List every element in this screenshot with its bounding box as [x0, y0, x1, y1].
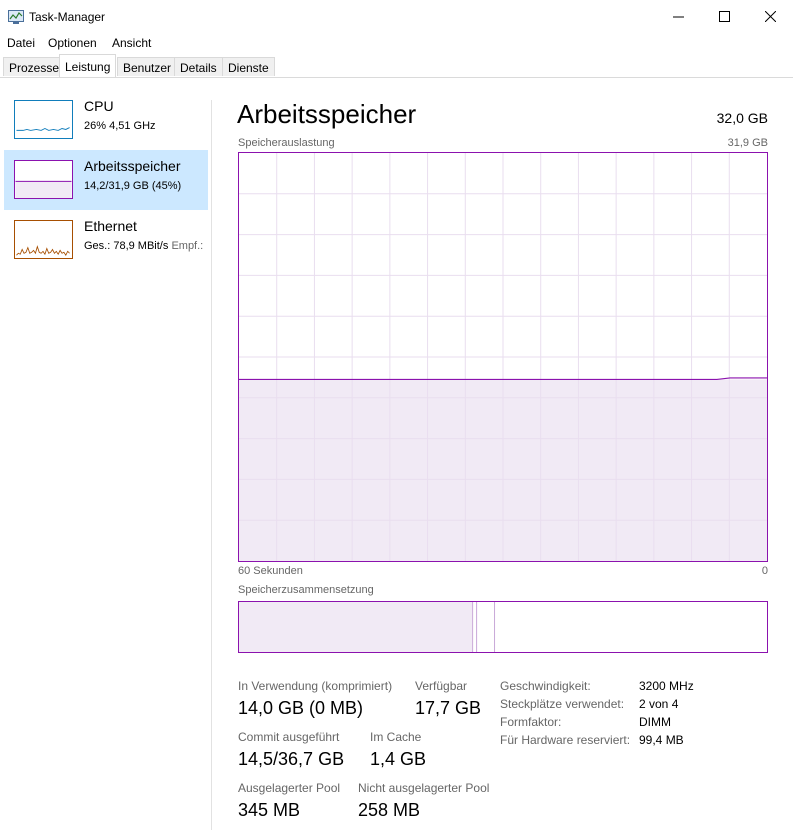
memory-thumbnail-graph — [14, 160, 73, 199]
title-bar: Task-Manager — [0, 0, 793, 33]
slots-key: Steckplätze verwendet: — [500, 697, 625, 711]
nonpaged-pool-label: Nicht ausgelagerter Pool — [358, 781, 490, 795]
minimize-button[interactable] — [655, 0, 701, 33]
sidebar-ethernet-recv: Empf.: — [171, 240, 204, 252]
sidebar-cpu-sub: 26% 4,51 GHz — [84, 120, 156, 132]
available-value: 17,7 GB — [415, 698, 482, 718]
time-axis-right: 0 — [761, 565, 768, 577]
paged-pool-value: 345 MB — [238, 800, 301, 820]
cache-label: Im Cache — [370, 730, 422, 744]
total-memory: 32,0 GB — [716, 110, 768, 126]
menu-datei[interactable]: Datei — [7, 36, 35, 50]
nonpaged-pool-value: 258 MB — [358, 800, 421, 820]
close-button[interactable] — [747, 0, 793, 33]
page-title: Arbeitsspeicher — [237, 99, 417, 129]
speed-value: 3200 MHz — [639, 679, 694, 693]
window-title: Task-Manager — [29, 10, 106, 24]
composition-label: Speicherzusammensetzung — [238, 584, 374, 596]
performance-sidebar: CPU 26% 4,51 GHz Arbeitsspeicher 14,2/31… — [0, 78, 211, 830]
tab-prozesse[interactable]: Prozesse — [3, 57, 66, 76]
sidebar-memory-sub: 14,2/31,9 GB (45%) — [84, 180, 182, 192]
tab-bar: Prozesse Leistung Benutzer Details Diens… — [0, 53, 793, 78]
composition-in-use — [239, 602, 473, 652]
speed-key: Geschwindigkeit: — [500, 679, 591, 693]
hardware-reserved-value: 99,4 MB — [639, 733, 684, 747]
sidebar-cpu-title: CPU — [84, 98, 114, 114]
memory-composition-bar — [238, 601, 768, 653]
maximize-icon — [718, 11, 730, 22]
commit-label: Commit ausgeführt — [238, 730, 340, 744]
sidebar-item-ethernet[interactable]: Ethernet Ges.: 78,9 MBit/s Empf.: — [4, 210, 208, 270]
sidebar-ethernet-title: Ethernet — [84, 218, 137, 234]
sidebar-ethernet-rate: Ges.: 78,9 MBit/s — [84, 240, 169, 252]
form-factor-key: Formfaktor: — [500, 715, 562, 729]
time-axis-left: 60 Sekunden — [238, 565, 303, 577]
tab-dienste[interactable]: Dienste — [222, 57, 275, 76]
task-manager-icon — [8, 10, 24, 24]
available-label: Verfügbar — [415, 679, 468, 693]
tab-details[interactable]: Details — [174, 57, 223, 76]
sidebar-item-memory[interactable]: Arbeitsspeicher 14,2/31,9 GB (45%) — [4, 150, 208, 210]
cpu-thumbnail-graph — [14, 100, 73, 139]
paged-pool-label: Ausgelagerter Pool — [238, 781, 341, 795]
in-use-value: 14,0 GB (0 MB) — [238, 698, 364, 718]
tab-benutzer[interactable]: Benutzer — [117, 57, 178, 76]
ethernet-thumbnail-graph — [14, 220, 73, 259]
hardware-reserved-key: Für Hardware reserviert: — [500, 733, 631, 747]
usage-label: Speicherauslastung — [238, 137, 335, 149]
menu-ansicht[interactable]: Ansicht — [112, 36, 151, 50]
menu-bar: Datei Optionen Ansicht — [0, 33, 793, 53]
minimize-icon — [672, 16, 684, 18]
maximize-button[interactable] — [701, 0, 747, 33]
menu-optionen[interactable]: Optionen — [48, 36, 97, 50]
sidebar-divider — [211, 100, 212, 830]
cache-value: 1,4 GB — [370, 749, 427, 769]
tab-leistung[interactable]: Leistung — [59, 54, 117, 77]
memory-usage-graph — [238, 152, 768, 562]
sidebar-ethernet-sub: Ges.: 78,9 MBit/s Empf.: — [84, 240, 203, 252]
in-use-label: In Verwendung (komprimiert) — [238, 679, 393, 693]
sidebar-memory-title: Arbeitsspeicher — [84, 158, 181, 174]
form-factor-value: DIMM — [639, 715, 671, 729]
commit-value: 14,5/36,7 GB — [238, 749, 345, 769]
slots-value: 2 von 4 — [639, 697, 679, 711]
close-icon — [764, 11, 776, 22]
usage-max-label: 31,9 GB — [727, 137, 768, 149]
sidebar-item-cpu[interactable]: CPU 26% 4,51 GHz — [4, 90, 208, 150]
